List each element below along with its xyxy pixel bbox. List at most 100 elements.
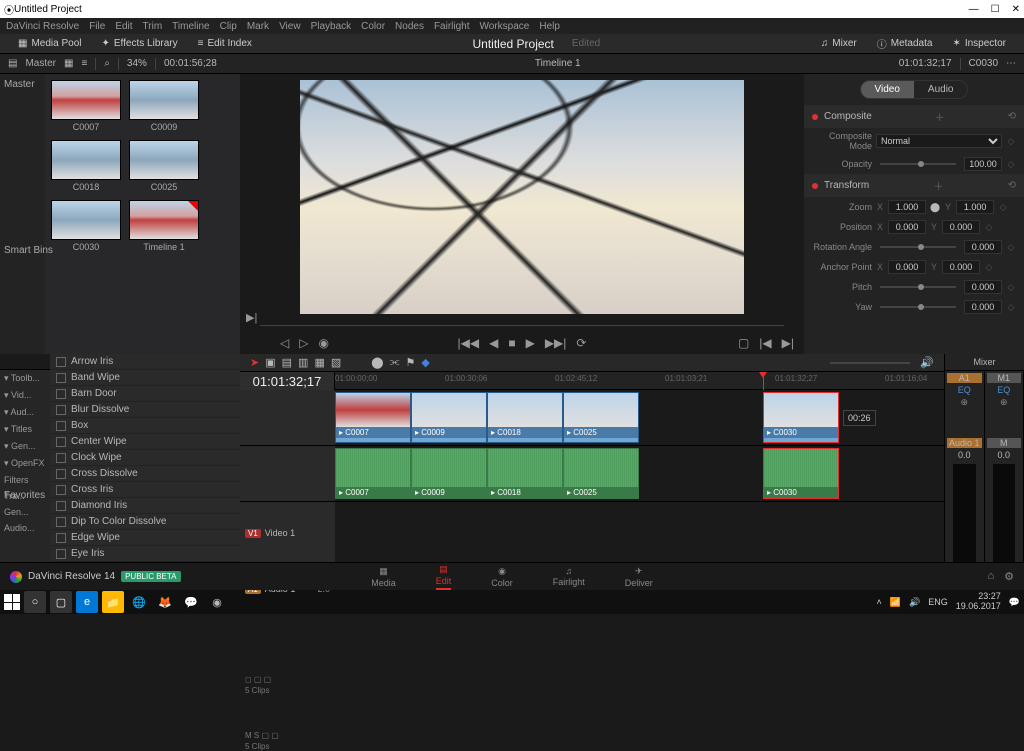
zoom-x[interactable]: 1.000 [888, 200, 926, 214]
audio-clip[interactable]: ▸ C0009 [411, 448, 487, 499]
media-thumb[interactable]: C0007 [51, 80, 121, 132]
settings-icon[interactable]: ⚙ [1004, 570, 1014, 583]
menu-item[interactable]: Help [539, 21, 560, 32]
page-media[interactable]: ▦Media [371, 566, 396, 588]
tray-time[interactable]: 23:27 [956, 592, 1001, 602]
media-thumb[interactable]: C0025 [129, 140, 199, 192]
selection-tool-icon[interactable]: ➤ [250, 356, 259, 369]
fx-category[interactable]: ▾ Titles [0, 421, 50, 438]
fx-item[interactable]: Cross Iris [50, 482, 240, 498]
marker-icon[interactable]: ◆ [421, 356, 429, 369]
fx-item[interactable]: Dip To Color Dissolve [50, 514, 240, 530]
plus-icon[interactable]: ＋ [935, 109, 945, 124]
anchor-y[interactable]: 0.000 [942, 260, 980, 274]
composite-header[interactable]: Composite＋⟲ [804, 105, 1024, 128]
task-view-icon[interactable]: ▢ [50, 591, 72, 613]
rotation-slider[interactable] [880, 246, 956, 248]
fx-item[interactable]: Cross Dissolve [50, 466, 240, 482]
resolve-taskbar-icon[interactable]: ◉ [206, 591, 228, 613]
video-track-header[interactable]: V1Video 1 ◻ ▢ ▢ 5 Clips [240, 390, 335, 446]
fx-category[interactable]: ▾ Vid... [0, 387, 50, 404]
tab-media-pool[interactable]: ▦Media Pool [8, 38, 91, 49]
audio-clip[interactable]: ▸ C0018 [487, 448, 563, 499]
video-clip[interactable]: ▸ C0018 [487, 392, 563, 443]
list-view-icon[interactable]: ≡ [81, 58, 87, 69]
media-thumb[interactable]: Timeline 1 [129, 200, 199, 252]
page-edit[interactable]: ▤Edit [436, 564, 452, 590]
firefox-icon[interactable]: 🦊 [154, 591, 176, 613]
search-icon[interactable]: ⌕ [104, 58, 110, 69]
reset-icon[interactable]: ⟲ [1008, 111, 1016, 122]
reset-icon[interactable]: ⟲ [1008, 180, 1016, 191]
video-clip[interactable]: ▸ C0007 [335, 392, 411, 443]
tray-network-icon[interactable]: 📶 [890, 597, 901, 608]
fx-search[interactable] [0, 354, 50, 370]
pos-y[interactable]: 0.000 [942, 220, 980, 234]
mark-out-icon[interactable]: ▶| [246, 311, 257, 324]
close-button[interactable]: ✕ [1012, 4, 1020, 15]
audio-clip[interactable]: ▸ C0025 [563, 448, 639, 499]
menu-item[interactable]: Edit [115, 21, 132, 32]
inspector-tab-video[interactable]: Video [861, 81, 914, 98]
keyframe-icon[interactable]: ◇ [1006, 136, 1016, 147]
inspector-tab-audio[interactable]: Audio [914, 81, 968, 98]
fx-item[interactable]: Barn Door [50, 386, 240, 402]
grid-view-icon[interactable]: ▦ [64, 58, 73, 69]
timeline-ruler[interactable]: 01:00:00;0001:00:30;0601:02:45;1201:01:0… [335, 372, 944, 390]
fx-item[interactable]: Center Wipe [50, 434, 240, 450]
prev-clip-icon[interactable]: |◀ [759, 336, 771, 350]
tab-mixer[interactable]: ♫Mixer [811, 38, 867, 49]
notifications-icon[interactable]: 💬 [1009, 597, 1020, 608]
home-icon[interactable]: ⌂ [987, 570, 994, 583]
media-thumb[interactable]: C0018 [51, 140, 121, 192]
next-clip-icon[interactable]: ▶| [782, 336, 794, 350]
maximize-button[interactable]: ☐ [991, 4, 1000, 15]
loop-icon[interactable]: ⟳ [576, 336, 586, 350]
menu-item[interactable]: Fairlight [434, 21, 470, 32]
audio-clip[interactable]: ▸ C0007 [335, 448, 411, 499]
scale-value[interactable]: 34% [127, 58, 147, 69]
tab-effects-library[interactable]: ✦Effects Library [91, 38, 187, 49]
menu-item[interactable]: Color [361, 21, 385, 32]
menu-item[interactable]: View [279, 21, 301, 32]
out-point-icon[interactable]: ▷ [299, 336, 308, 350]
skype-icon[interactable]: 💬 [180, 591, 202, 613]
video-clip[interactable]: ▸ C0025 [563, 392, 639, 443]
replace-tool-icon[interactable]: ▧ [331, 356, 341, 369]
favorites-header[interactable]: Favorites [4, 490, 45, 501]
stop-icon[interactable]: ■ [508, 336, 515, 350]
volume-icon[interactable]: 🔊 [920, 356, 934, 369]
edge-icon[interactable]: e [76, 591, 98, 613]
minimize-button[interactable]: — [969, 4, 979, 15]
fx-category[interactable]: ▾ Toolb... [0, 370, 50, 387]
link-icon[interactable]: ⬤ [371, 356, 383, 369]
opacity-value[interactable]: 100.00 [964, 157, 1002, 171]
page-color[interactable]: ◉Color [491, 566, 513, 588]
fx-item[interactable]: Clock Wipe [50, 450, 240, 466]
rotation-value[interactable]: 0.000 [964, 240, 1002, 254]
insert-tool-icon[interactable]: ▥ [298, 356, 308, 369]
fx-item[interactable]: Band Wipe [50, 370, 240, 386]
next-frame-icon[interactable]: ▶▶| [545, 336, 567, 350]
timeline-name[interactable]: Timeline 1 [535, 58, 581, 69]
page-deliver[interactable]: ✈Deliver [625, 566, 653, 588]
fx-item[interactable]: Eye Iris [50, 546, 240, 562]
viewer-scrubber[interactable] [260, 320, 784, 332]
menu-item[interactable]: DaVinci Resolve [6, 21, 79, 32]
tray-date[interactable]: 19.06.2017 [956, 602, 1001, 612]
fx-item[interactable]: Arrow Iris [50, 354, 240, 370]
tray-volume-icon[interactable]: 🔊 [909, 597, 920, 608]
audio-track-header[interactable]: A1Audio 12.0 M S ▢ ▢ 5 Clips [240, 446, 335, 502]
fx-item[interactable]: Diamond Iris [50, 498, 240, 514]
blade-tool-icon[interactable]: ▤ [282, 356, 292, 369]
list-view-icon[interactable]: ▤ [8, 58, 17, 69]
timeline-timecode[interactable]: 01:01:32;17 [240, 372, 335, 390]
fx-category[interactable]: Gen... [0, 504, 50, 520]
fx-item[interactable]: Box [50, 418, 240, 434]
smart-bins-header[interactable]: Smart Bins [4, 245, 53, 256]
fx-category[interactable]: ▾ OpenFX [0, 455, 50, 472]
prev-frame-icon[interactable]: ◀ [489, 336, 498, 350]
trim-tool-icon[interactable]: ▣ [265, 356, 275, 369]
tab-edit-index[interactable]: ≡Edit Index [188, 38, 262, 49]
menu-item[interactable]: Mark [247, 21, 269, 32]
